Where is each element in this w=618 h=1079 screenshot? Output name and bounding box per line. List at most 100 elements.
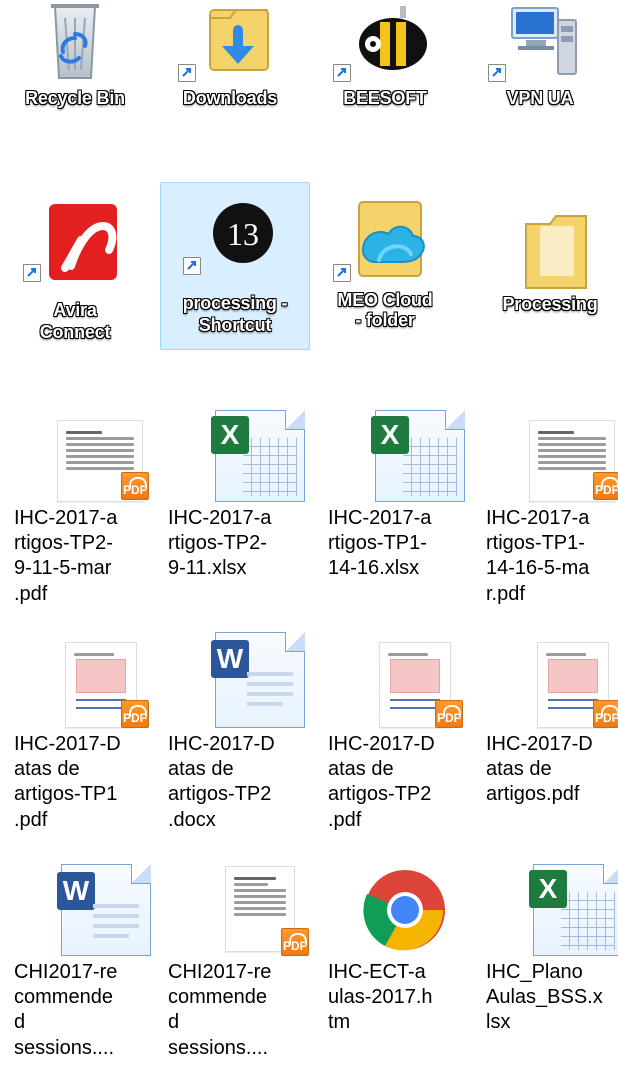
meo-cloud-folder-icon [331, 184, 439, 300]
shortcut-arrow-icon [183, 257, 201, 275]
file-label-line: IHC-2017-D [486, 733, 593, 755]
excel-tile-icon: X [529, 870, 567, 908]
file-label-line: tm [328, 1011, 351, 1034]
file-label-line: 14-16-5-ma [486, 557, 590, 580]
file-label-line: atas de [328, 758, 394, 781]
desktop-icon-processing-folder[interactable]: Processing [475, 196, 618, 316]
pdf-badge-icon: PDF [121, 700, 149, 728]
file-label-line: CHI2017-re [168, 961, 272, 983]
file-label-line: rtigos-TP1- [486, 532, 585, 555]
pdf-file-icon: PDF [345, 636, 463, 732]
desktop-icon-downloads[interactable]: Downloads [155, 0, 305, 110]
spreadsheet-grid [403, 438, 457, 496]
file-item[interactable]: X IHC-2017-a rtigos-TP2- 9-11.xlsx [164, 404, 314, 582]
downloads-folder-icon [176, 0, 284, 88]
word-file-icon: W [31, 858, 151, 960]
pdf-badge-icon: PDF [281, 928, 309, 956]
file-label-line: artigos-TP2 [168, 783, 272, 806]
file-label-line: IHC-2017-a [328, 507, 432, 529]
file-label-line: .pdf [14, 808, 48, 831]
processing-app-icon: 13 [181, 183, 289, 299]
pdf-badge-icon: PDF [593, 472, 618, 500]
file-label-line: artigos.pdf [486, 783, 580, 806]
file-label-line: Aulas_BSS.x [486, 986, 603, 1009]
file-item[interactable]: PDF IHC-2017-D atas de artigos-TP1 .pdf [10, 636, 160, 833]
desktop-icon-label-line: Shortcut [198, 314, 272, 335]
folder-icon [496, 196, 604, 300]
beesoft-app-icon [331, 0, 439, 88]
file-label-line: 9-11-5-mar [14, 557, 112, 580]
file-item[interactable]: PDF CHI2017-re commende d sessions.... [164, 858, 314, 1061]
file-label-line: .docx [168, 808, 216, 831]
desktop-icon-label: VPN UA [506, 88, 574, 108]
file-item[interactable]: IHC-ECT-a ulas-2017.h tm [324, 858, 474, 1036]
pdf-badge-icon: PDF [593, 700, 618, 728]
file-label-line: IHC-2017-D [14, 733, 121, 755]
desktop-icon-label: Recycle Bin [25, 88, 125, 108]
pdf-file-icon: PDF [185, 858, 309, 960]
excel-tile-icon: X [211, 416, 249, 454]
desktop: Recycle Bin Downloads BEESOFT VPN UA Avi… [0, 0, 618, 1079]
file-item[interactable]: PDF IHC-2017-D atas de artigos.pdf [482, 636, 618, 808]
pdf-badge-icon: PDF [121, 472, 149, 500]
file-label-line: IHC_Plano [486, 961, 583, 983]
desktop-icon-meo-cloud-folder[interactable]: MEO Cloud - folder [310, 184, 460, 333]
desktop-icon-recycle-bin[interactable]: Recycle Bin [0, 0, 150, 110]
shortcut-arrow-icon [178, 64, 196, 82]
chrome-icon [363, 870, 445, 951]
file-item[interactable]: X IHC-2017-a rtigos-TP1- 14-16.xlsx [324, 404, 474, 582]
svg-text:13: 13 [227, 216, 259, 252]
file-item[interactable]: PDF IHC-2017-a rtigos-TP1- 14-16-5-ma r.… [482, 414, 618, 607]
word-tile-icon: W [57, 872, 95, 910]
file-item[interactable]: PDF IHC-2017-a rtigos-TP2- 9-11-5-mar .p… [10, 414, 160, 607]
excel-file-icon: X [503, 858, 618, 960]
desktop-icon-processing-shortcut[interactable]: 13 processing - Shortcut [160, 182, 310, 350]
avira-app-icon [21, 184, 129, 300]
file-item[interactable]: W IHC-2017-D atas de artigos-TP2 .docx [164, 626, 314, 833]
word-tile-icon: W [211, 640, 249, 678]
shortcut-arrow-icon [488, 64, 506, 82]
file-label-line: rtigos-TP2- [14, 532, 113, 555]
file-item[interactable]: X IHC_Plano Aulas_BSS.x lsx [482, 858, 618, 1036]
file-label: IHC-2017-D atas de artigos-TP1 .pdf [10, 732, 144, 833]
file-label: IHC-2017-D atas de artigos-TP2 .docx [164, 732, 298, 833]
desktop-icon-label: Avira Connect [0, 300, 150, 343]
excel-tile-icon: X [371, 416, 409, 454]
file-label-line: .pdf [328, 808, 362, 831]
desktop-icon-vpn-ua[interactable]: VPN UA [465, 0, 615, 110]
file-label-line: r.pdf [486, 582, 525, 605]
file-item[interactable]: PDF IHC-2017-D atas de artigos-TP2 .pdf [324, 636, 474, 833]
file-label: IHC-2017-a rtigos-TP2- 9-11-5-mar .pdf [10, 506, 144, 607]
file-label: IHC-ECT-a ulas-2017.h tm [324, 960, 458, 1036]
desktop-icon-label: Downloads [182, 88, 278, 108]
excel-file-icon: X [345, 404, 465, 506]
desktop-icon-label: BEESOFT [343, 88, 427, 108]
excel-file-icon: X [185, 404, 305, 506]
file-label-line: d [168, 1011, 180, 1034]
shortcut-arrow-icon [333, 264, 351, 282]
file-label: IHC-2017-a rtigos-TP1- 14-16.xlsx [324, 506, 458, 582]
file-label-line: IHC-2017-D [328, 733, 435, 755]
file-item[interactable]: W CHI2017-re commende d sessions.... [10, 858, 160, 1061]
file-label-line: artigos-TP1 [14, 783, 118, 806]
file-label-line: lsx [486, 1011, 511, 1034]
file-label-line: .pdf [14, 582, 48, 605]
desktop-icon-label-line: Avira [53, 300, 97, 320]
file-label-line: CHI2017-re [14, 961, 118, 983]
file-label-line: 14-16.xlsx [328, 557, 420, 580]
file-label-line: commende [14, 986, 113, 1009]
file-label-line: rtigos-TP2- [168, 532, 267, 555]
file-label-line: commende [168, 986, 267, 1009]
file-label-line: rtigos-TP1- [328, 532, 427, 555]
file-label-line: 9-11.xlsx [168, 557, 247, 580]
desktop-icon-label-line: - folder [355, 309, 415, 330]
file-label: IHC-2017-D atas de artigos-TP2 .pdf [324, 732, 458, 833]
file-label: IHC-2017-D atas de artigos.pdf [482, 732, 616, 808]
desktop-icon-beesoft[interactable]: BEESOFT [310, 0, 460, 110]
file-label-line: IHC-2017-a [168, 507, 272, 529]
recycle-bin-icon [21, 0, 129, 88]
file-label-line: atas de [14, 758, 80, 781]
file-label: CHI2017-re commende d sessions.... [10, 960, 144, 1061]
file-label-line: IHC-2017-D [168, 733, 275, 755]
desktop-icon-avira-connect[interactable]: Avira Connect [0, 184, 150, 343]
